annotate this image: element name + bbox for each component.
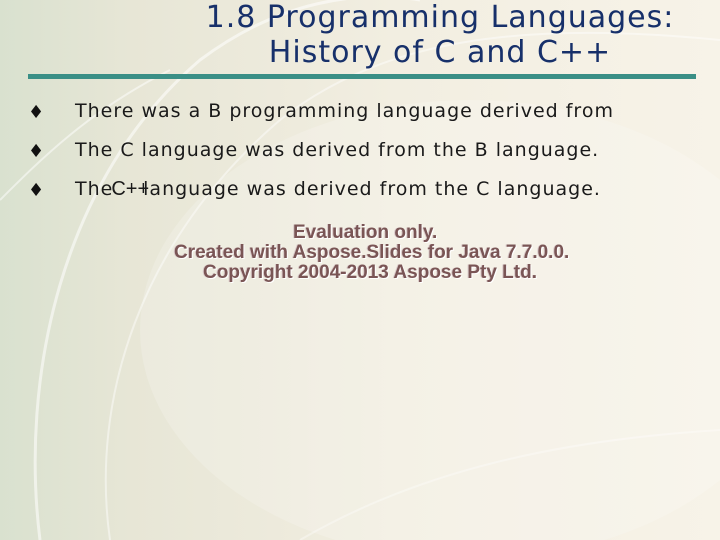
bullet-item-1: ♦ There was a B programming language der… (0, 100, 720, 132)
diamond-bullet-icon: ♦ (28, 102, 45, 123)
title-divider (28, 74, 696, 79)
watermark-line-3: Copyright 2004-2013 Aspose Pty Ltd. (203, 262, 538, 283)
bullet-text-3-after: language was derived from the C language… (143, 178, 601, 200)
title-line-1: 1.8 Programming Languages: (205, 0, 675, 35)
slide-title: 1.8 Programming Languages: History of C … (160, 0, 720, 70)
bullet-text-2: The C language was derived from the B la… (75, 139, 600, 161)
slide: 1.8 Programming Languages: History of C … (0, 0, 720, 540)
bullet-text-3-before: The (75, 178, 114, 200)
watermark-line-2: Created with Aspose.Slides for Java 7.7.… (174, 242, 570, 263)
bullet-text-3: TheC++language was derived from the C la… (75, 178, 601, 201)
bullet-item-2: ♦ The C language was derived from the B … (0, 139, 720, 171)
title-line-2: History of C and C++ (268, 35, 612, 70)
bullet-text-1: There was a B programming language deriv… (75, 100, 614, 122)
diamond-bullet-icon: ♦ (28, 180, 45, 201)
bullet-item-3: ♦ TheC++language was derived from the C … (0, 178, 720, 210)
diamond-bullet-icon: ♦ (28, 141, 45, 162)
watermark-line-1: Evaluation only. (293, 222, 438, 243)
